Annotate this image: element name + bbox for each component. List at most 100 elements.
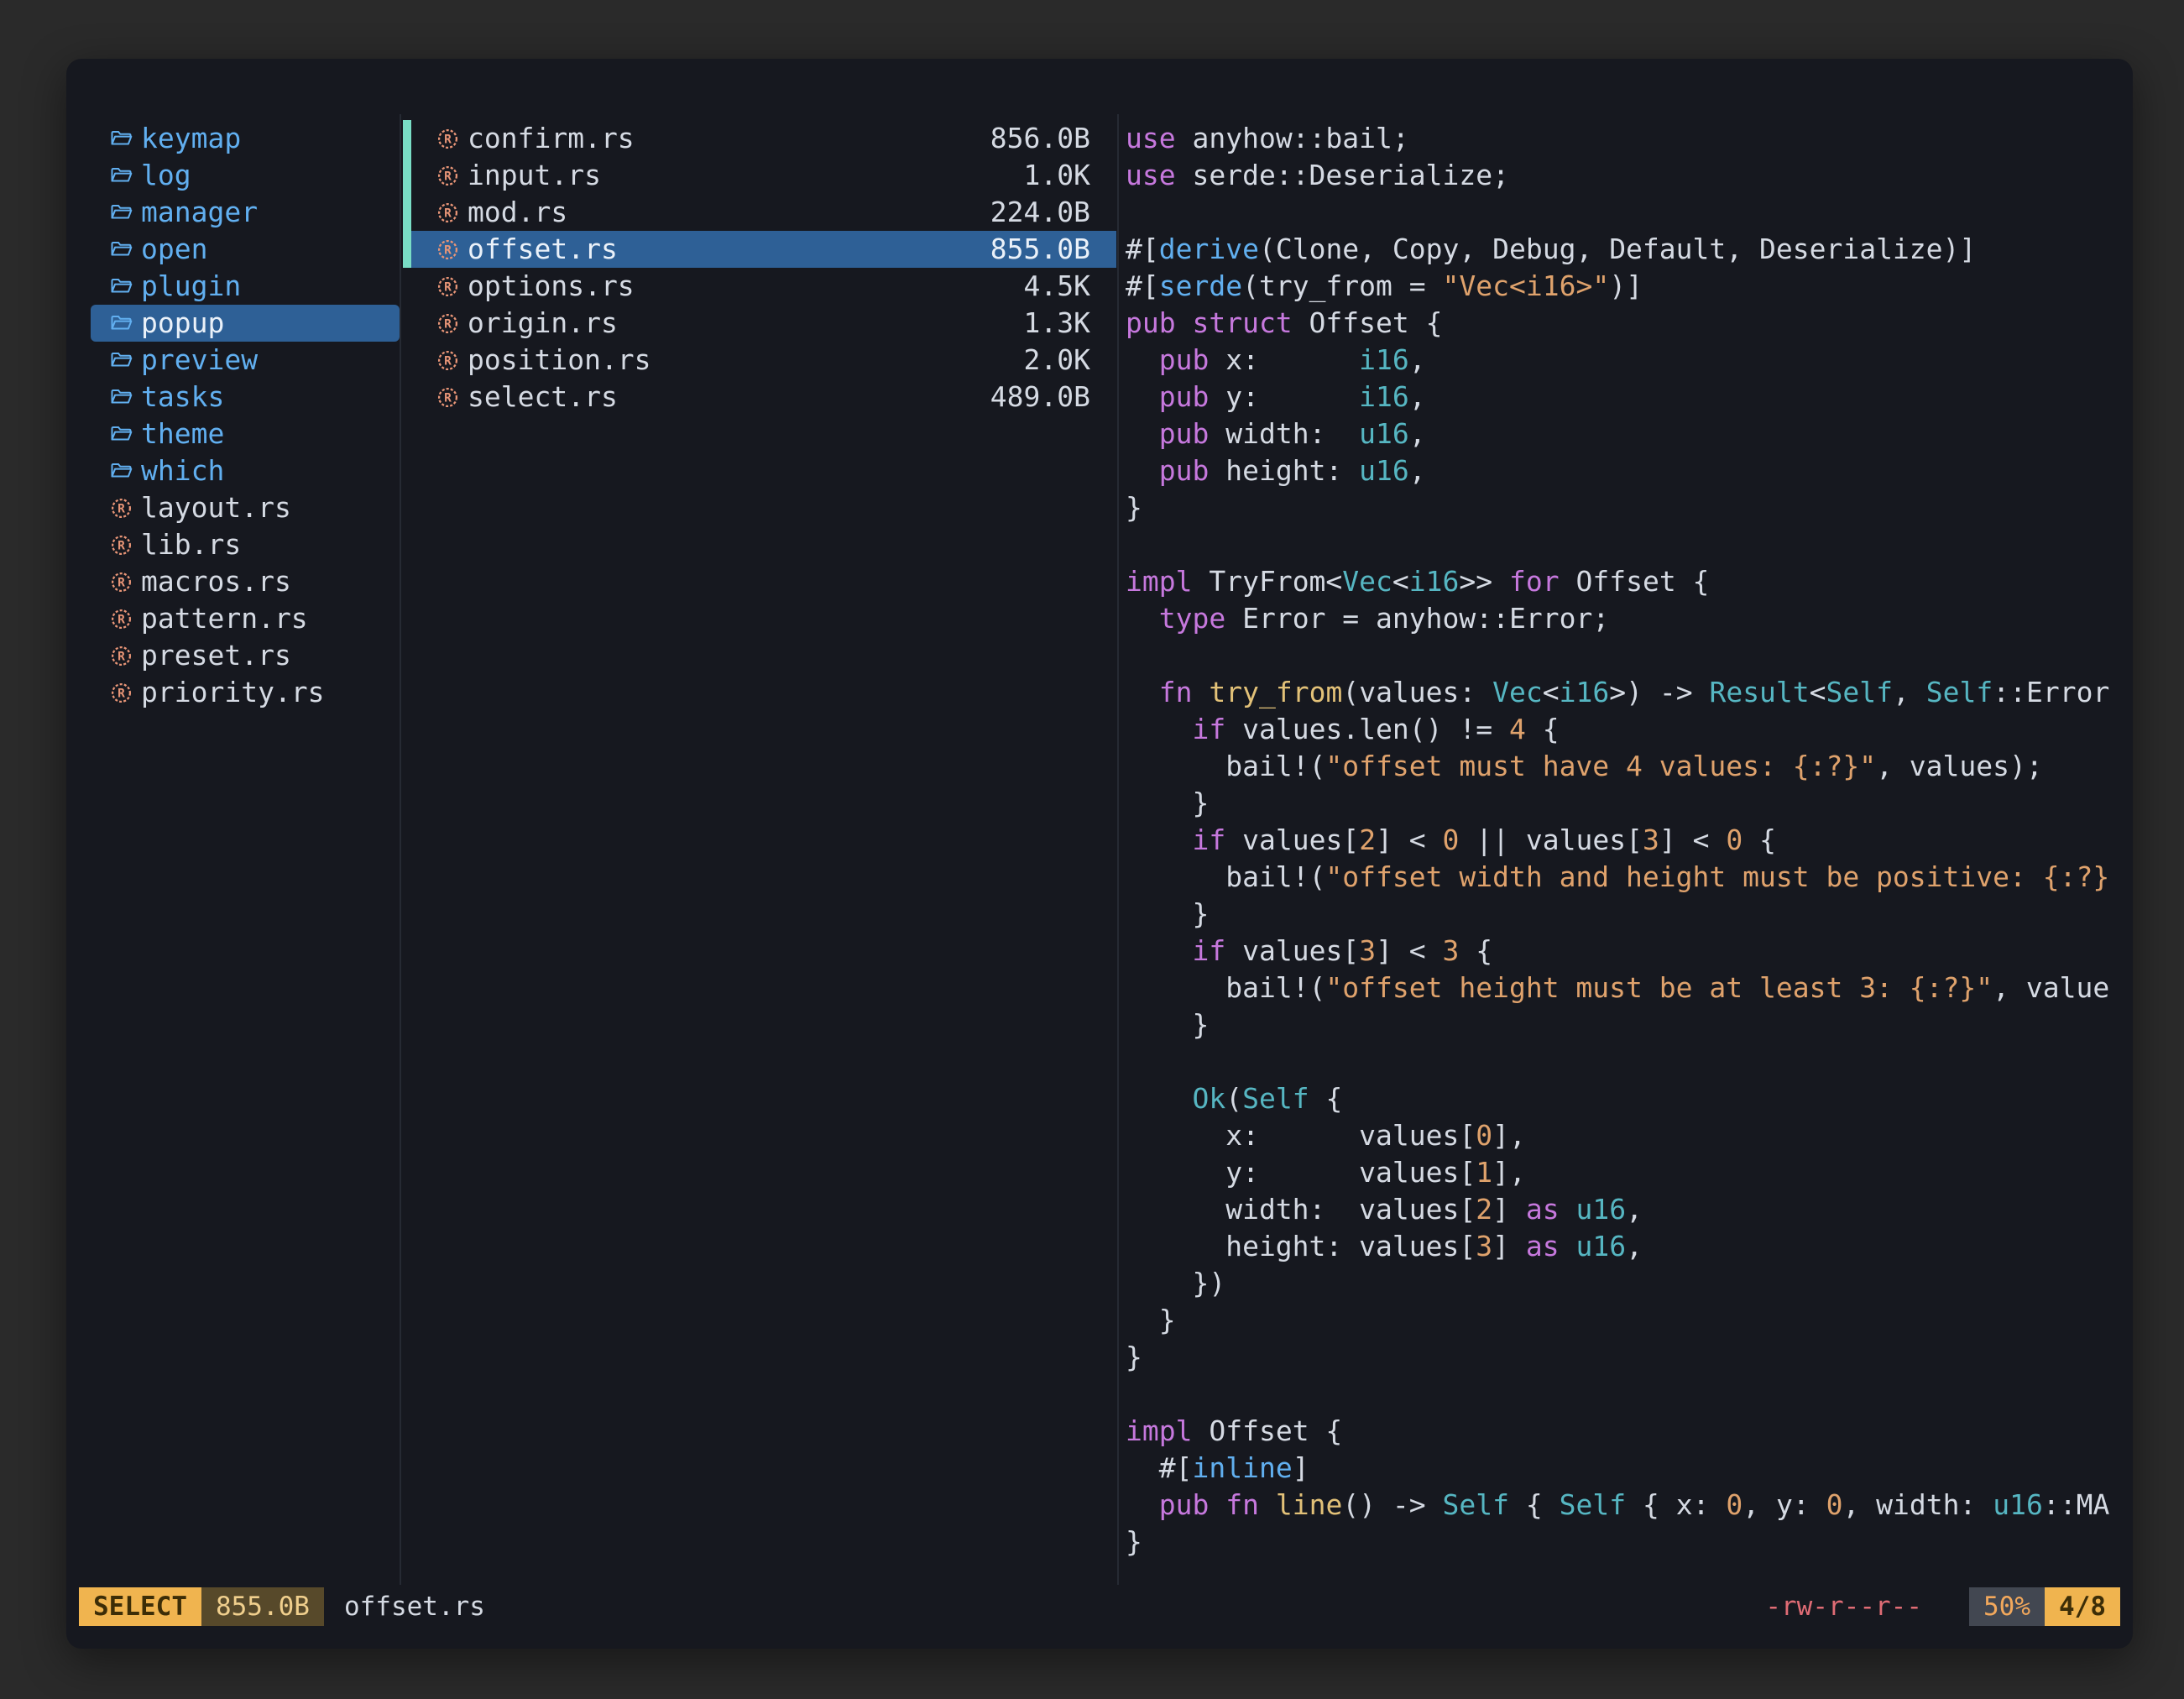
code-line: if values.len() != 4 { [1126, 711, 2129, 748]
code-line: use serde::Deserialize; [1126, 157, 2129, 194]
code-line: x: values[0], [1126, 1117, 2129, 1154]
code-line: bail!("offset width and height must be p… [1126, 859, 2129, 896]
parent-folder-row[interactable]: R theme [91, 416, 400, 452]
file-row[interactable]: R confirm.rs 856.0B [403, 120, 1116, 157]
svg-text:R: R [118, 687, 125, 700]
code-line: fn try_from(values: Vec<i16>) -> Result<… [1126, 674, 2129, 711]
entry-label: pattern.rs [141, 600, 308, 637]
rust-file-icon: R [436, 275, 460, 298]
entry-label: macros.rs [141, 563, 291, 600]
entry-label: log [141, 157, 191, 194]
file-size: 224.0B [990, 194, 1090, 231]
code-line: bail!("offset must have 4 values: {:?}",… [1126, 748, 2129, 785]
rust-file-icon: R [436, 238, 460, 261]
folder-icon [110, 388, 133, 406]
parent-folder-row[interactable]: R plugin [91, 268, 400, 305]
selection-marker [403, 157, 411, 194]
code-line: } [1126, 1302, 2129, 1339]
parent-folder-row[interactable]: R which [91, 452, 400, 489]
file-name: input.rs [468, 157, 601, 194]
code-line: width: values[2] as u16, [1126, 1191, 2129, 1228]
svg-text:R: R [118, 576, 125, 589]
parent-file-row[interactable]: R macros.rs [91, 563, 400, 600]
parent-folder-row[interactable]: R popup [91, 305, 400, 342]
preview-pane[interactable]: use anyhow::bail;use serde::Deserialize;… [1126, 120, 2129, 1596]
status-bar: SELECT 855.0B offset.rs -rw-r--r-- 50% 4… [79, 1587, 2120, 1626]
file-row[interactable]: R input.rs 1.0K [403, 157, 1116, 194]
file-row[interactable]: R origin.rs 1.3K [403, 305, 1116, 342]
code-line: pub height: u16, [1126, 452, 2129, 489]
selection-marker [403, 342, 411, 379]
parent-folder-row[interactable]: R log [91, 157, 400, 194]
file-row[interactable]: R offset.rs 855.0B [403, 231, 1116, 268]
rust-file-icon: R [110, 608, 133, 630]
pane-separator [400, 114, 401, 1585]
folder-icon [110, 277, 133, 295]
rust-file-icon: R [110, 497, 133, 520]
mode-badge: SELECT [79, 1587, 201, 1626]
svg-text:R: R [118, 502, 125, 515]
parent-folder-row[interactable]: R keymap [91, 120, 400, 157]
file-size: 1.0K [1024, 157, 1090, 194]
code-line: bail!("offset height must be at least 3:… [1126, 970, 2129, 1006]
entry-label: lib.rs [141, 526, 241, 563]
entry-label: plugin [141, 268, 241, 305]
code-line: y: values[1], [1126, 1154, 2129, 1191]
code-line: pub struct Offset { [1126, 305, 2129, 342]
parent-directory-pane[interactable]: R keymap R log R [91, 120, 400, 711]
code-line [1126, 1043, 2129, 1080]
file-row[interactable]: R select.rs 489.0B [403, 379, 1116, 416]
file-name: position.rs [468, 342, 651, 379]
rust-file-icon: R [436, 201, 460, 224]
code-line: #[derive(Clone, Copy, Debug, Default, De… [1126, 231, 2129, 268]
entry-label: preview [141, 342, 258, 379]
code-line: pub width: u16, [1126, 416, 2129, 452]
code-line: } [1126, 785, 2129, 822]
file-row[interactable]: R mod.rs 224.0B [403, 194, 1116, 231]
file-name: options.rs [468, 268, 635, 305]
code-line: } [1126, 896, 2129, 933]
parent-folder-row[interactable]: R preview [91, 342, 400, 379]
rust-file-icon: R [110, 682, 133, 704]
file-name: select.rs [468, 379, 618, 416]
entry-label: which [141, 452, 224, 489]
folder-icon [110, 462, 133, 480]
file-name: origin.rs [468, 305, 618, 342]
code-line [1126, 194, 2129, 231]
svg-text:R: R [444, 317, 452, 331]
parent-file-row[interactable]: R lib.rs [91, 526, 400, 563]
parent-file-row[interactable]: R pattern.rs [91, 600, 400, 637]
selection-marker [403, 194, 411, 231]
selection-marker [403, 305, 411, 342]
parent-file-row[interactable]: R preset.rs [91, 637, 400, 674]
svg-text:R: R [444, 133, 452, 146]
svg-text:R: R [118, 650, 125, 663]
svg-text:R: R [444, 170, 452, 183]
parent-file-row[interactable]: R layout.rs [91, 489, 400, 526]
folder-icon [110, 166, 133, 185]
code-line: pub x: i16, [1126, 342, 2129, 379]
entry-label: preset.rs [141, 637, 291, 674]
parent-folder-row[interactable]: R tasks [91, 379, 400, 416]
parent-folder-row[interactable]: R manager [91, 194, 400, 231]
file-row[interactable]: R options.rs 4.5K [403, 268, 1116, 305]
code-line: impl Offset { [1126, 1413, 2129, 1450]
file-size: 4.5K [1024, 268, 1090, 305]
rust-file-icon: R [110, 645, 133, 667]
code-line: }) [1126, 1265, 2129, 1302]
file-name: mod.rs [468, 194, 567, 231]
code-line: type Error = anyhow::Error; [1126, 600, 2129, 637]
parent-file-row[interactable]: R priority.rs [91, 674, 400, 711]
code-line: use anyhow::bail; [1126, 120, 2129, 157]
file-row[interactable]: R position.rs 2.0K [403, 342, 1116, 379]
rust-file-icon: R [110, 571, 133, 593]
rust-file-icon: R [110, 534, 133, 557]
current-directory-pane[interactable]: R confirm.rs 856.0B R input.rs 1.0K R mo… [403, 120, 1116, 416]
code-line: } [1126, 1006, 2129, 1043]
entry-label: layout.rs [141, 489, 291, 526]
code-line [1126, 637, 2129, 674]
folder-icon [110, 314, 133, 332]
svg-text:R: R [444, 391, 452, 405]
code-line: } [1126, 1524, 2129, 1560]
parent-folder-row[interactable]: R open [91, 231, 400, 268]
